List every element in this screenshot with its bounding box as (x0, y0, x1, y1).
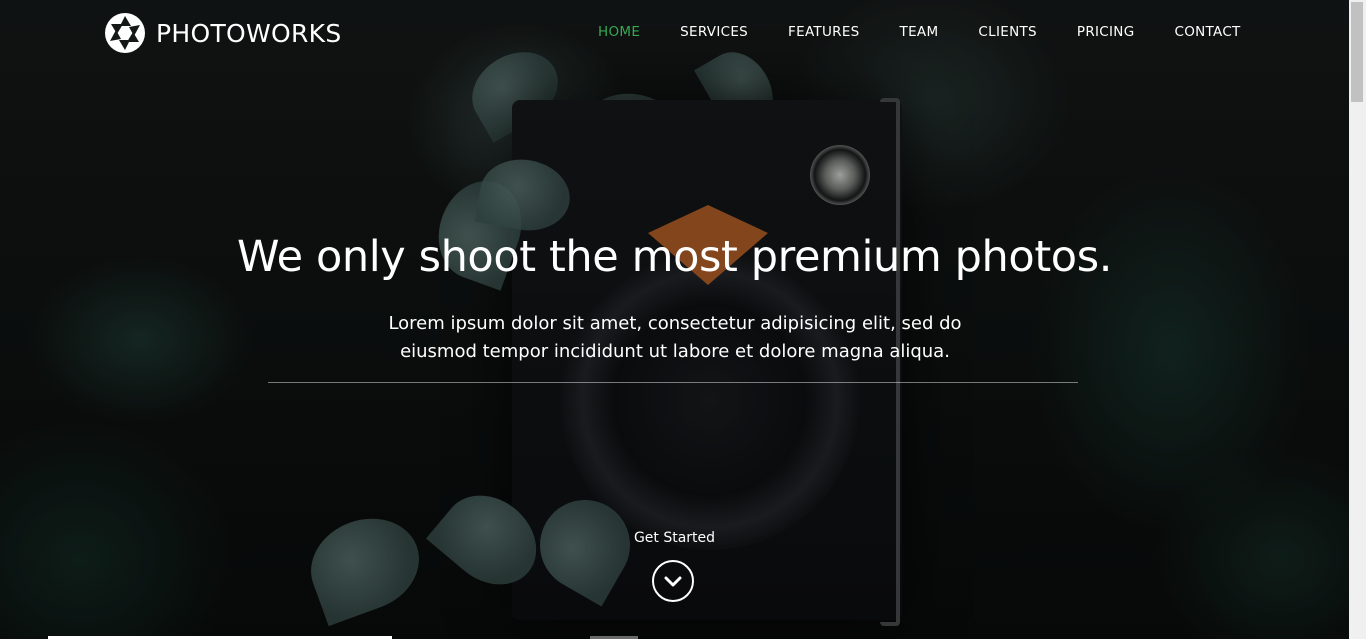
nav-item-services[interactable]: SERVICES (680, 24, 748, 41)
get-started-button[interactable] (652, 560, 694, 602)
hero-title: We only shoot the most premium photos. (237, 232, 1112, 282)
hero-divider (268, 382, 1078, 383)
brand-name: PHOTOWORKS (156, 18, 342, 48)
nav-item-team[interactable]: TEAM (900, 24, 939, 41)
hero-subtitle: Lorem ipsum dolor sit amet, consectetur … (388, 313, 962, 362)
nav-item-pricing[interactable]: PRICING (1077, 24, 1135, 41)
nav-item-contact[interactable]: CONTACT (1174, 24, 1240, 41)
page: PHOTOWORKS HOME SERVICES FEATURES TEAM C… (0, 0, 1366, 639)
brand-link[interactable]: PHOTOWORKS (104, 12, 342, 54)
chevron-down-icon (664, 576, 682, 587)
get-started-label[interactable]: Get Started (0, 530, 1349, 546)
main-nav: HOME SERVICES FEATURES TEAM CLIENTS PRIC… (598, 24, 1241, 41)
nav-item-features[interactable]: FEATURES (788, 24, 860, 41)
nav-item-home[interactable]: HOME (598, 24, 640, 41)
scrollbar-thumb[interactable] (1351, 2, 1363, 102)
nav-item-clients[interactable]: CLIENTS (978, 24, 1036, 41)
site-header: PHOTOWORKS HOME SERVICES FEATURES TEAM C… (0, 0, 1349, 66)
camera-aperture-icon (105, 13, 145, 53)
